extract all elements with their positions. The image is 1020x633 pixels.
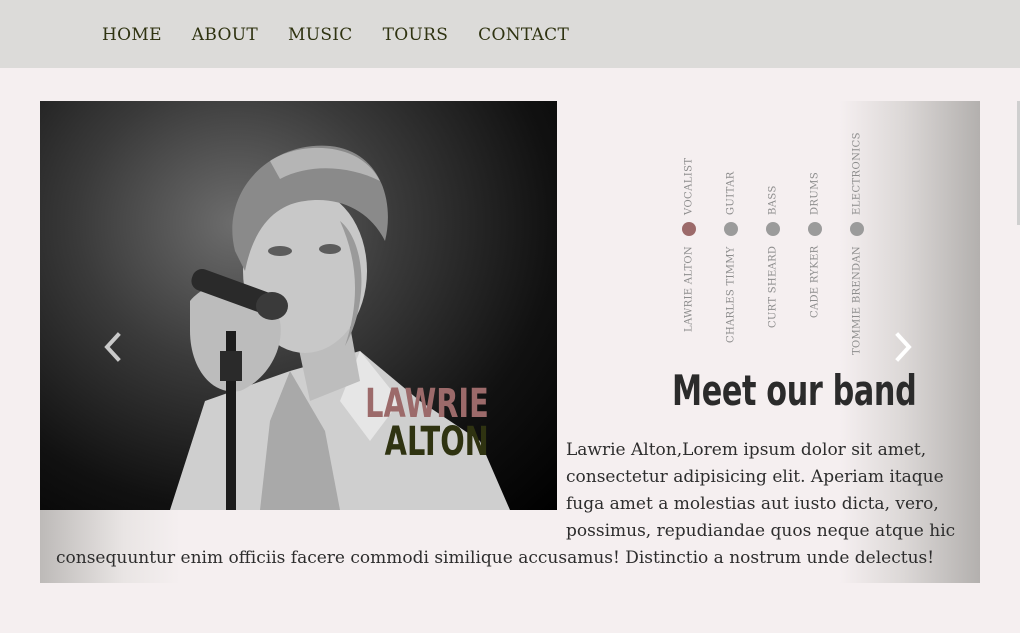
top-navbar: HOME ABOUT MUSIC TOURS CONTACT — [0, 0, 1020, 68]
member-role-label: ELECTRONICS — [851, 132, 863, 215]
description-line: fuga amet a molestias aut iusto dicta, v… — [566, 494, 939, 514]
description-line: Lawrie Alton,Lorem ipsum dolor sit amet, — [566, 440, 927, 460]
description-line: possimus, repudiandae quos neque atque h… — [566, 521, 956, 541]
description-line: consectetur adipisicing elit. Aperiam it… — [566, 467, 944, 487]
member-description: Lawrie Alton,Lorem ipsum dolor sit amet,… — [56, 437, 956, 572]
member-dot[interactable] — [724, 222, 738, 236]
member-role-label: GUITAR — [725, 171, 737, 215]
description-line: consequuntur enim officiis facere commod… — [56, 548, 935, 568]
chevron-left-icon[interactable] — [100, 329, 124, 365]
nav-menu: HOME ABOUT MUSIC TOURS CONTACT — [102, 24, 599, 46]
nav-tours-link[interactable]: TOURS — [383, 24, 449, 46]
section-heading: Meet our band — [672, 366, 917, 415]
chevron-right-icon[interactable] — [892, 329, 916, 365]
member-name-label: TOMMIE BRENDAN — [851, 246, 863, 355]
member-dot-active[interactable] — [682, 222, 696, 236]
member-role-label: BASS — [767, 185, 779, 215]
member-role-label: DRUMS — [809, 171, 821, 215]
member-role-label: VOCALIST — [683, 157, 695, 215]
member-dot[interactable] — [766, 222, 780, 236]
member-name-label: CHARLES TIMMY — [725, 246, 737, 343]
band-carousel: LAWRIE ALTON VOCALIST LAWRIE ALTON GUITA… — [40, 101, 980, 583]
nav-home-link[interactable]: HOME — [102, 24, 162, 46]
member-dot[interactable] — [808, 222, 822, 236]
member-name-label: CURT SHEARD — [767, 246, 779, 329]
nav-about-link[interactable]: ABOUT — [192, 24, 258, 46]
nav-contact-link[interactable]: CONTACT — [478, 24, 569, 46]
member-name-label: LAWRIE ALTON — [683, 246, 695, 332]
member-first-name: LAWRIE — [365, 381, 489, 427]
member-dot[interactable] — [850, 222, 864, 236]
nav-music-link[interactable]: MUSIC — [288, 24, 353, 46]
member-name-label: CADE RYKER — [809, 246, 821, 319]
